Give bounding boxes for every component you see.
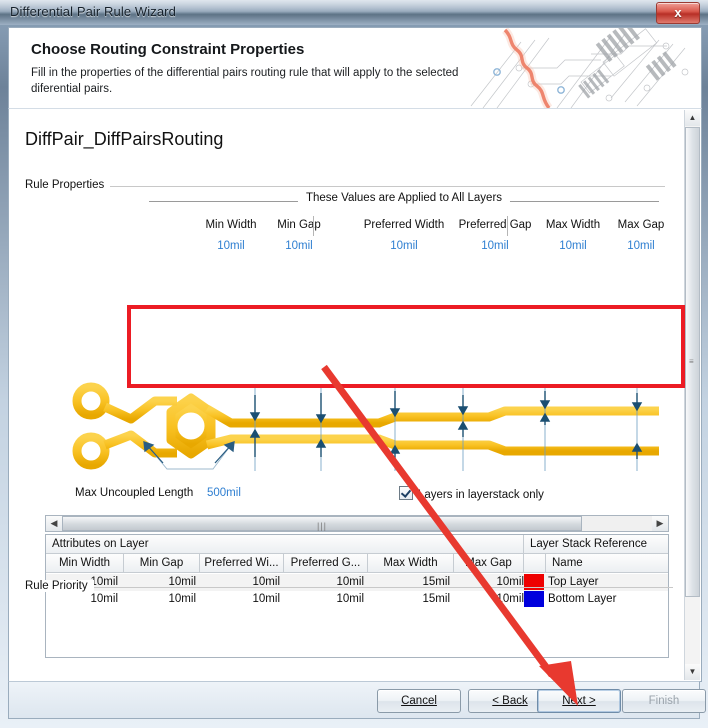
scroll-left-icon[interactable]: ◀ <box>46 516 62 531</box>
scroll-right-icon[interactable]: ▶ <box>652 516 668 531</box>
col-separator-2 <box>507 216 508 236</box>
col-min-width[interactable]: Min Width <box>46 554 124 573</box>
v-scroll-thumb[interactable]: ≡ <box>685 127 700 597</box>
v-scroll-grip-icon: ≡ <box>689 357 694 366</box>
content-vertical-scrollbar[interactable]: ▲ ≡ ▼ <box>684 110 700 680</box>
group-header-layer-stack-reference: Layer Stack Reference <box>530 538 647 550</box>
wizard-content: DiffPair_DiffPairsRouting Rule Propertie… <box>8 108 702 682</box>
wizard-window: Differential Pair Rule Wizard x Choose R… <box>0 0 708 728</box>
col-header-max-gap: Max Gap <box>617 219 665 231</box>
rule-priority-label: Rule Priority <box>25 580 94 592</box>
value-min-gap[interactable]: 10mil <box>249 240 349 252</box>
col-max-gap[interactable]: Max Gap <box>454 554 524 573</box>
close-button[interactable]: x <box>656 2 700 24</box>
h-scroll-thumb[interactable]: ||| <box>62 516 582 531</box>
value-max-gap[interactable]: 10mil <box>593 240 689 252</box>
wizard-footer: Cancel < Back Next > Finish <box>8 681 706 719</box>
max-uncoupled-length-label: Max Uncoupled Length <box>75 487 194 499</box>
close-icon: x <box>674 5 682 20</box>
attributes-horizontal-scrollbar[interactable]: ◀ ||| ▶ <box>45 515 669 532</box>
page-heading: Choose Routing Constraint Properties <box>31 41 305 58</box>
finish-label: Finish <box>648 695 680 707</box>
finish-button: Finish <box>622 689 706 713</box>
col-max-width[interactable]: Max Width <box>368 554 454 573</box>
col-separator-1 <box>313 216 314 236</box>
all-layers-banner: These Values are Applied to All Layers <box>149 192 659 212</box>
window-title: Differential Pair Rule Wizard <box>10 4 176 19</box>
group-divider <box>25 186 665 187</box>
col-layer-name[interactable]: Name <box>546 554 668 573</box>
col-preferred-gap[interactable]: Preferred G... <box>284 554 368 573</box>
layers-in-layerstack-only-checkbox[interactable]: Layers in layerstack only <box>399 486 544 501</box>
title-bar: Differential Pair Rule Wizard x <box>0 0 708 25</box>
max-uncoupled-length-value[interactable]: 500mil <box>207 487 241 499</box>
rule-properties-label: Rule Properties <box>25 179 111 191</box>
differential-pair-trace-diagram <box>59 379 679 479</box>
all-layers-text: These Values are Applied to All Layers <box>297 192 511 204</box>
next-label: Next > <box>562 695 596 707</box>
group-header-attributes-on-layer: Attributes on Layer <box>46 535 524 554</box>
rule-priority-group: Rule Priority <box>25 580 673 675</box>
back-label: < Back <box>492 695 528 707</box>
cancel-button[interactable]: Cancel <box>377 689 461 713</box>
group-divider <box>25 587 673 588</box>
col-preferred-width[interactable]: Preferred Wi... <box>200 554 284 573</box>
rule-name-title: DiffPair_DiffPairsRouting <box>25 129 224 149</box>
col-layer-color[interactable] <box>524 554 546 573</box>
h-scroll-grip-icon: ||| <box>316 521 328 531</box>
wizard-header: Choose Routing Constraint Properties Fil… <box>8 27 702 109</box>
scroll-down-icon[interactable]: ▼ <box>685 664 700 680</box>
next-button[interactable]: Next > <box>537 689 621 713</box>
checkbox-check-icon <box>399 486 413 500</box>
cancel-label: Cancel <box>401 695 437 707</box>
scroll-up-icon[interactable]: ▲ <box>685 110 700 126</box>
pcb-decoration-image <box>461 28 701 108</box>
page-description: Fill in the properties of the differenti… <box>31 67 459 95</box>
col-min-gap[interactable]: Min Gap <box>124 554 200 573</box>
col-header-min-gap: Min Gap <box>277 219 321 231</box>
layers-in-layerstack-only-label: Layers in layerstack only <box>418 489 544 501</box>
